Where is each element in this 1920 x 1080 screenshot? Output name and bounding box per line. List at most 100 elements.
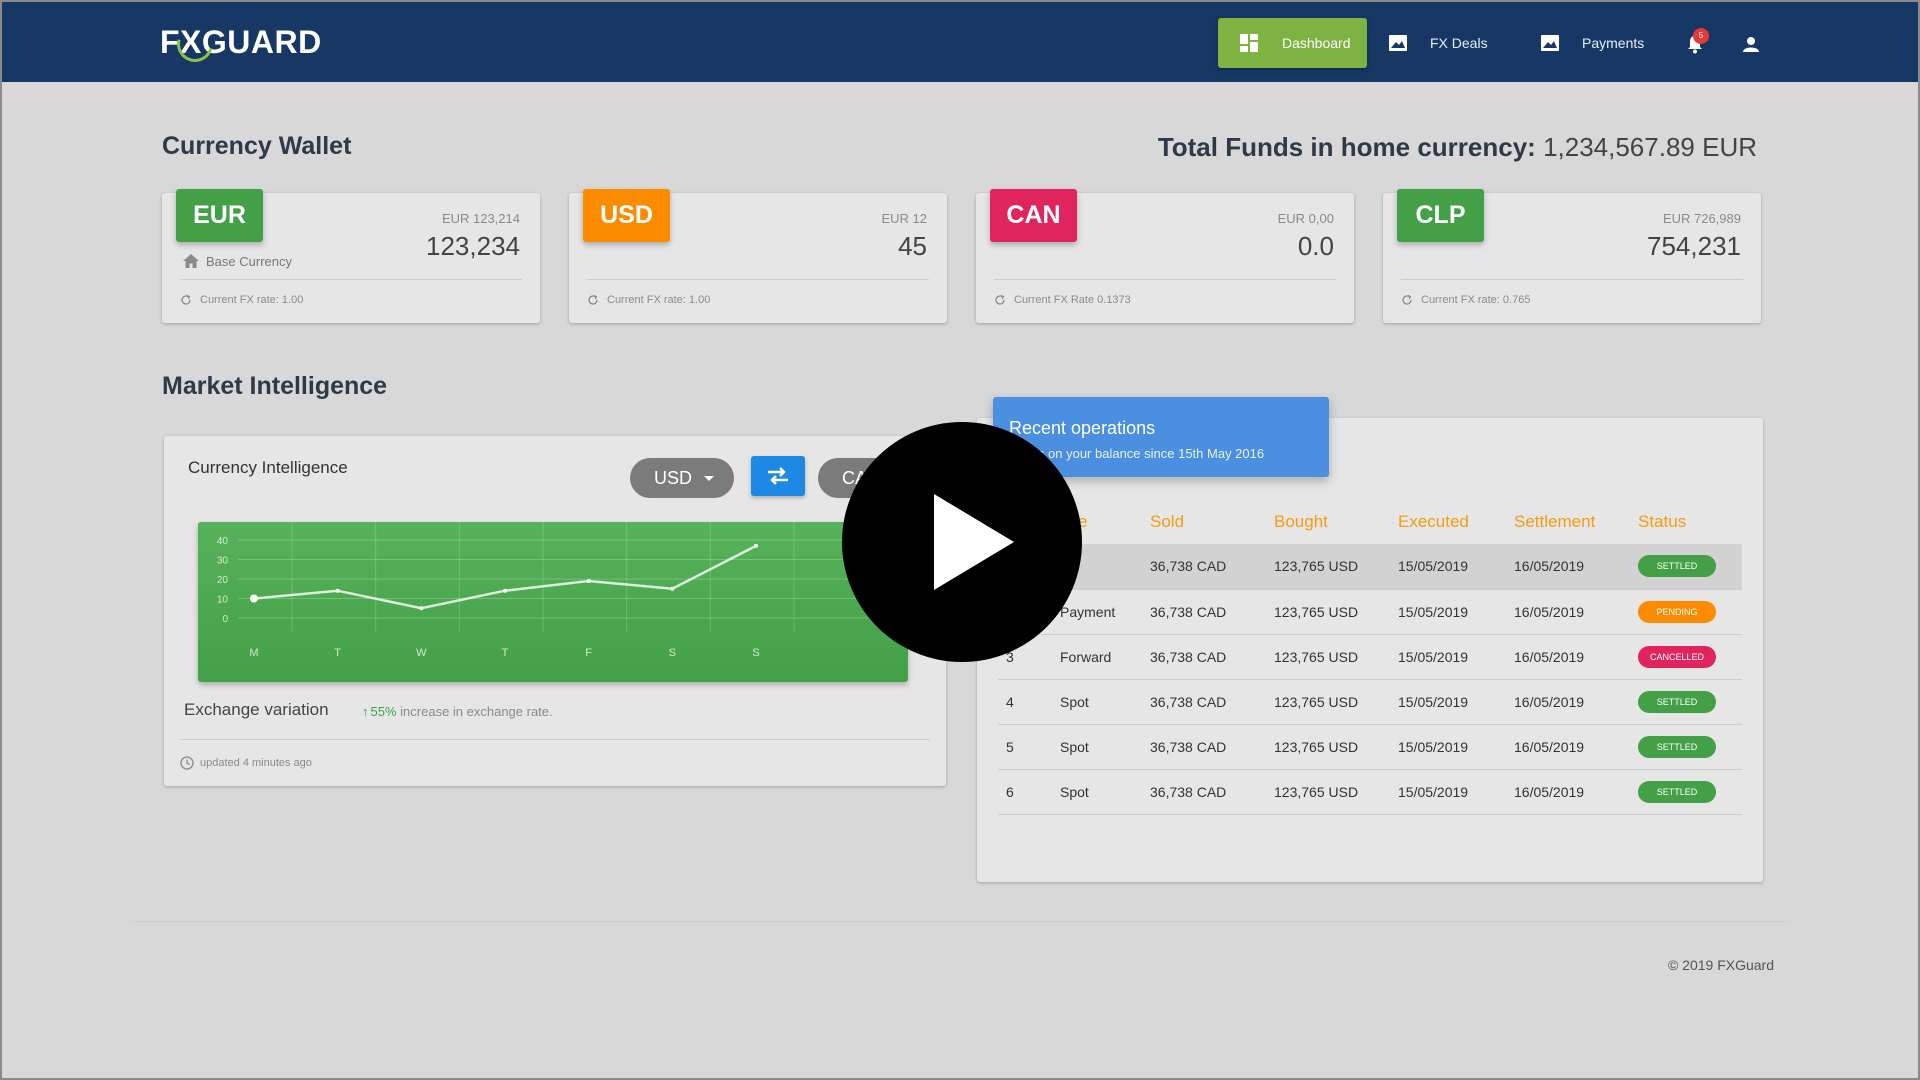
wallet-card-can[interactable]: CAN EUR 0,00 0.0 Current FX Rate 0.1373 <box>976 189 1354 323</box>
play-icon <box>934 494 1014 590</box>
data-point <box>670 586 675 591</box>
wallet-card-eur[interactable]: EUR EUR 123,214 123,234 Base Currency Curren… <box>162 189 540 323</box>
copyright-text: © 2019 FXGuard <box>1667 957 1774 973</box>
x-tick-label: M <box>249 647 258 659</box>
data-point <box>335 588 340 593</box>
nav-payments-label: Payments <box>1582 35 1645 51</box>
table-row[interactable]: 6 Spot 36,738 CAD 123,765 USD 15/05/2019 16/0… <box>998 769 1742 815</box>
from-currency-value: USD <box>654 468 693 488</box>
market-intelligence-title: Market Intelligence <box>162 372 388 400</box>
home-currency-value: EUR 123,214 <box>441 211 520 226</box>
table-row[interactable]: 5 Spot 36,738 CAD 123,765 USD 15/05/2019 16/0… <box>998 724 1742 770</box>
cell-status: SETTLED <box>1638 769 1742 815</box>
column-header-sold[interactable]: Sold <box>1150 500 1274 544</box>
footer-divider <box>130 921 1790 922</box>
wallet-card-clp[interactable]: CLP EUR 726,989 754,231 Current FX rate: 0.… <box>1383 189 1761 323</box>
balance-value: 123,234 <box>426 231 520 261</box>
cell-type: Payment <box>1060 589 1150 635</box>
cell-sold: 36,738 CAD <box>1150 589 1274 635</box>
status-badge: SETTLED <box>1638 735 1716 758</box>
column-header-executed[interactable]: Executed <box>1398 500 1514 544</box>
exchange-variation-note: ↑ 55% increase in exchange rate. <box>362 704 553 719</box>
exchange-rate-chart: 0 10 20 30 40 M T W T F S S <box>198 522 908 682</box>
cell-status: SETTLED <box>1638 679 1742 725</box>
table-row[interactable]: 4 Spot 36,738 CAD 123,765 USD 15/05/2019 16/0… <box>998 679 1742 725</box>
cell-status: SETTLED <box>1638 724 1742 770</box>
x-tick-label: S <box>752 647 759 659</box>
wallet-card-usd[interactable]: USD EUR 12 45 Current FX rate: 1.00 <box>569 189 947 323</box>
cell-settlement: 16/05/2019 <box>1514 634 1638 680</box>
cell-id: 5 <box>998 724 1060 770</box>
cell-type: Forward <box>1060 634 1150 680</box>
clock-icon <box>180 756 194 770</box>
column-header-status[interactable]: Status <box>1638 500 1742 544</box>
recent-operations-subtitle: ments on your balance since 15th May 201… <box>1009 446 1265 461</box>
cell-type: Spot <box>1060 679 1150 725</box>
logo-text: FXGUARD <box>160 23 322 60</box>
cell-type: Spot <box>1060 769 1150 815</box>
fx-rate-text: Current FX Rate 0.1373 <box>994 294 1131 306</box>
cell-sold: 36,738 CAD <box>1150 544 1274 590</box>
nav-dashboard-button[interactable]: Dashboard <box>1218 18 1367 68</box>
swap-icon <box>768 467 788 485</box>
cell-id: 6 <box>998 769 1060 815</box>
balance-value: 45 <box>898 231 927 261</box>
table-row[interactable]: 3 Forward 36,738 CAD 123,765 USD 15/05/2019 1… <box>998 634 1742 680</box>
cell-status: CANCELLED <box>1638 634 1742 680</box>
cell-executed: 15/05/2019 <box>1398 769 1514 815</box>
operations-table: ype Sold Bought Executed Settlement Stat… <box>998 500 1742 815</box>
swap-currencies-button[interactable] <box>751 456 805 496</box>
status-badge: PENDING <box>1638 600 1716 623</box>
fx-rate-text: Current FX rate: 0.765 <box>1401 294 1530 306</box>
table-row[interactable]: Payment 36,738 CAD 123,765 USD 15/05/2019 16… <box>998 589 1742 635</box>
status-badge: SETTLED <box>1638 780 1716 803</box>
exchange-variation-label: Exchange variation <box>184 700 329 719</box>
image-icon <box>1541 35 1559 51</box>
divider <box>994 279 1336 280</box>
cell-id: 4 <box>998 679 1060 725</box>
cell-settlement: 16/05/2019 <box>1514 544 1638 590</box>
x-tick-label: T <box>334 647 341 659</box>
x-tick-label: W <box>416 647 427 659</box>
user-icon[interactable] <box>1743 36 1759 52</box>
divider <box>1401 279 1743 280</box>
cell-bought: 123,765 USD <box>1274 544 1398 590</box>
nav-fx-deals-label: FX Deals <box>1430 35 1488 51</box>
cell-settlement: 16/05/2019 <box>1514 589 1638 635</box>
from-currency-select[interactable]: USD <box>630 458 734 498</box>
nav-dashboard-label: Dashboard <box>1282 35 1351 51</box>
cell-settlement: 16/05/2019 <box>1514 679 1638 725</box>
y-tick-label: 0 <box>222 614 228 625</box>
y-tick-label: 10 <box>217 595 229 606</box>
table-row[interactable]: ot36,738 CAD123,765 USD15/05/201916/05/2… <box>998 544 1742 590</box>
status-badge: SETTLED <box>1638 690 1716 713</box>
fx-rate-text: Current FX rate: 1.00 <box>180 294 303 306</box>
cell-executed: 15/05/2019 <box>1398 544 1514 590</box>
column-header-settlement[interactable]: Settlement <box>1514 500 1638 544</box>
fxguard-logo[interactable]: FXGUARD <box>160 20 322 64</box>
cell-bought: 123,765 USD <box>1274 769 1398 815</box>
column-header-bought[interactable]: Bought <box>1274 500 1398 544</box>
currency-code-badge: EUR <box>176 189 263 242</box>
cell-executed: 15/05/2019 <box>1398 589 1514 635</box>
x-tick-label: T <box>502 647 509 659</box>
x-tick-label: F <box>585 647 592 659</box>
app-frame: FXGUARD Dashboard FX Deals Payments 5 Cu… <box>0 0 1920 1080</box>
cell-executed: 15/05/2019 <box>1398 724 1514 770</box>
cell-status: PENDING <box>1638 589 1742 635</box>
cell-bought: 123,765 USD <box>1274 634 1398 680</box>
nav-payments-button[interactable]: Payments <box>1540 18 1644 68</box>
variation-text: increase in exchange rate. <box>400 704 553 719</box>
play-button[interactable] <box>842 422 1082 662</box>
cell-type: Spot <box>1060 724 1150 770</box>
cell-sold: 36,738 CAD <box>1150 724 1274 770</box>
y-tick-label: 30 <box>217 556 229 567</box>
data-point <box>586 578 591 583</box>
cell-executed: 15/05/2019 <box>1398 634 1514 680</box>
nav-fx-deals-button[interactable]: FX Deals <box>1388 18 1488 68</box>
cell-bought: 123,765 USD <box>1274 724 1398 770</box>
refresh-icon <box>588 294 598 305</box>
total-funds: Total Funds in home currency: 1,234,567.… <box>1158 132 1757 163</box>
refresh-icon <box>181 294 191 305</box>
data-point <box>250 594 258 603</box>
